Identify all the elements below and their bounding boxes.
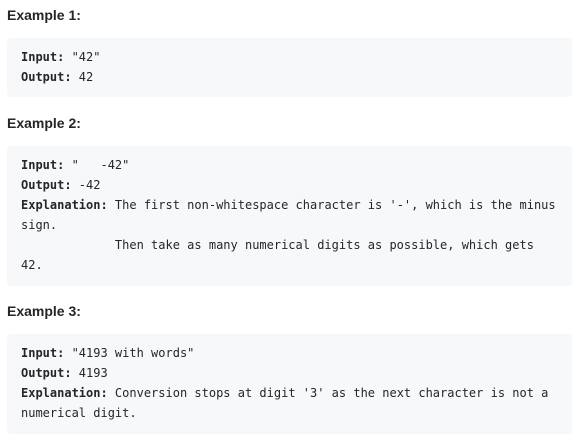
example-1-code-block: Input: "42" Output: 42 bbox=[7, 38, 572, 97]
output-value: -42 bbox=[71, 178, 101, 192]
output-label: Output: bbox=[21, 366, 72, 380]
explanation-text: Conversion stops at digit '3' as the nex… bbox=[107, 386, 549, 400]
input-value: "42" bbox=[64, 50, 101, 64]
example-2-explanation-line-3: Then take as many numerical digits as po… bbox=[21, 238, 534, 252]
example-3-explanation-line-1: Explanation: Conversion stops at digit '… bbox=[21, 383, 564, 403]
explanation-label: Explanation: bbox=[21, 198, 108, 212]
example-3-code-block: Input: "4193 with words" Output: 4193 Ex… bbox=[7, 334, 572, 434]
input-value: " -42" bbox=[64, 158, 130, 172]
output-label: Output: bbox=[21, 70, 72, 84]
input-label: Input: bbox=[21, 158, 65, 172]
example-3-input-line: Input: "4193 with words" bbox=[21, 343, 564, 363]
output-label: Output: bbox=[21, 178, 72, 192]
example-3-explanation-line-2: numerical digit. bbox=[21, 406, 137, 420]
example-2-explanation-line-1: Explanation: The first non-whitespace ch… bbox=[21, 195, 564, 215]
example-2-heading: Example 2: bbox=[7, 115, 81, 131]
example-2-input-line: Input: " -42" bbox=[21, 155, 564, 175]
example-1-heading: Example 1: bbox=[7, 7, 81, 23]
explanation-label: Explanation: bbox=[21, 386, 108, 400]
output-value: 42 bbox=[71, 70, 94, 84]
example-2-output-line: Output: -42 bbox=[21, 175, 564, 195]
output-value: 4193 bbox=[71, 366, 108, 380]
input-label: Input: bbox=[21, 346, 65, 360]
example-3-heading: Example 3: bbox=[7, 303, 81, 319]
example-2-code-block: Input: " -42" Output: -42 Explanation: T… bbox=[7, 146, 572, 286]
example-1-output-line: Output: 42 bbox=[21, 67, 564, 87]
explanation-text: The first non-whitespace character is '-… bbox=[107, 198, 556, 212]
example-2-explanation-line-4: 42. bbox=[21, 258, 43, 272]
example-1-input-line: Input: "42" bbox=[21, 47, 564, 67]
input-value: "4193 with words" bbox=[64, 346, 195, 360]
input-label: Input: bbox=[21, 50, 65, 64]
example-2-explanation-line-2: sign. bbox=[21, 218, 58, 232]
example-3-output-line: Output: 4193 bbox=[21, 363, 564, 383]
